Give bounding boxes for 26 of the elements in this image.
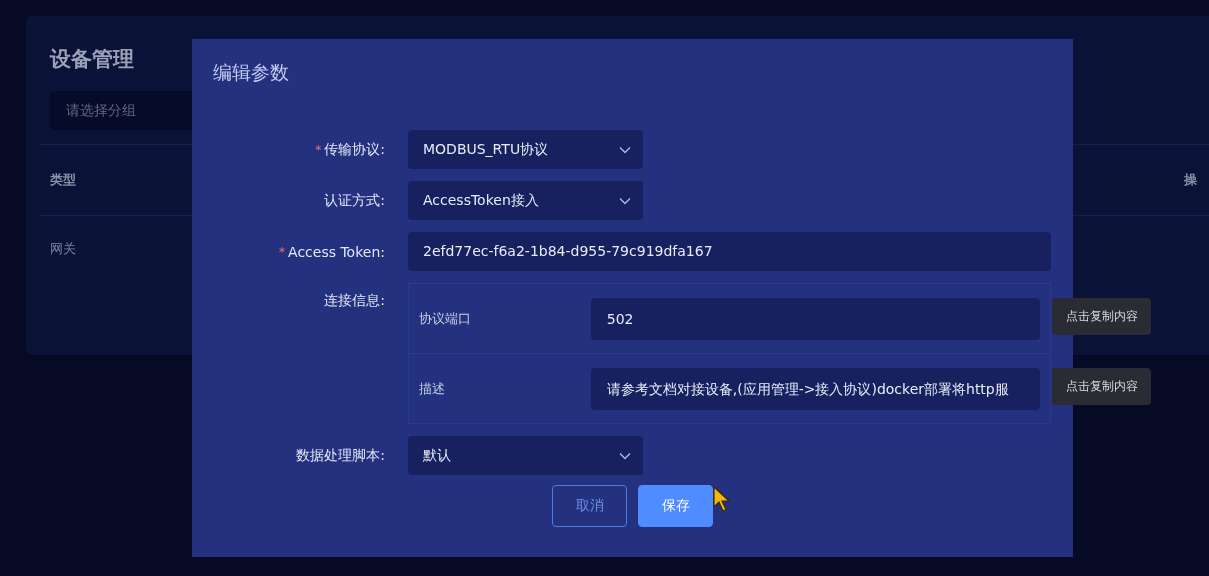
- chevron-down-icon: [619, 145, 631, 154]
- column-header: 操: [1184, 171, 1197, 189]
- tooltip: 点击复制内容: [1052, 368, 1151, 405]
- input-field[interactable]: 2efd77ec-f6a2-1b84-d955-79c919dfa167: [408, 232, 1051, 271]
- field-label: 连接信息:: [324, 292, 385, 310]
- cancel-button[interactable]: 取消: [552, 485, 627, 527]
- input-field[interactable]: 502: [590, 297, 1040, 340]
- page-title: 设备管理: [50, 46, 134, 73]
- select-field[interactable]: AccessToken接入: [408, 181, 643, 220]
- field-label: 认证方式:: [324, 191, 385, 210]
- chevron-down-icon: [619, 451, 631, 460]
- select-field[interactable]: MODBUS_RTU协议: [408, 130, 643, 169]
- required-mark: *: [315, 142, 322, 157]
- field-label: 传输协议:: [324, 140, 385, 159]
- chevron-down-icon: [619, 196, 631, 205]
- input-field[interactable]: 请参考文档对接设备,(应用管理->接入协议)docker部署将http服: [590, 367, 1040, 410]
- select-field[interactable]: 默认: [408, 436, 643, 475]
- dialog-title: 编辑参数: [212, 60, 289, 85]
- field-label: 数据处理脚本:: [296, 446, 385, 465]
- table-cell-text: 协议端口: [419, 309, 472, 328]
- tooltip: 点击复制内容: [1052, 298, 1151, 335]
- table-cell: 网关: [50, 240, 76, 258]
- field-label: Access Token:: [288, 243, 385, 260]
- required-mark: *: [279, 244, 286, 259]
- column-header: 类型: [50, 171, 76, 189]
- table-cell-text: 描述: [419, 379, 446, 398]
